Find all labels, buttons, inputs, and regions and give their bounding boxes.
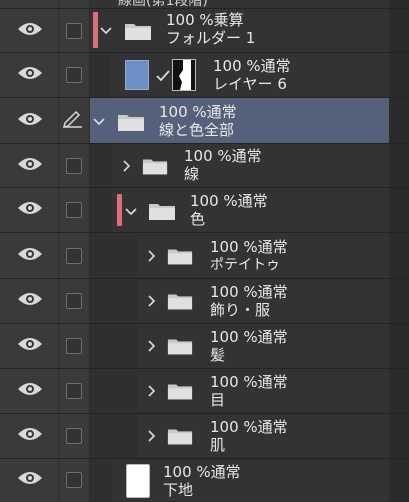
layer-row-folder-1[interactable]: 100 %乗算 フォルダー 1 <box>0 9 409 53</box>
folder-icon <box>124 21 152 41</box>
layer-row-skin[interactable]: 100 %通常 肌 <box>0 414 409 459</box>
layer-thumbnail <box>126 464 150 498</box>
layer-row-partial[interactable]: 線画(第1段階) <box>0 0 409 9</box>
eye-icon[interactable] <box>17 111 43 131</box>
lock-checkbox[interactable] <box>66 428 82 444</box>
eye-icon[interactable] <box>17 21 43 41</box>
eye-icon[interactable] <box>17 65 43 85</box>
lock-checkbox[interactable] <box>66 23 82 39</box>
blend-mode-label: 100 %通常 <box>210 283 288 301</box>
layer-name: 飾り・服 <box>210 301 271 319</box>
layer-row-eyes[interactable]: 100 %通常 目 <box>0 369 409 414</box>
folder-icon <box>148 201 176 221</box>
layer-name: 線と色全部 <box>159 121 235 139</box>
blend-mode-label: 100 %通常 <box>213 57 291 75</box>
chevron-right-icon[interactable] <box>123 160 131 172</box>
lock-checkbox[interactable] <box>66 383 82 399</box>
layer-name: 髪 <box>210 346 226 364</box>
folder-icon <box>167 382 193 401</box>
layer-name: ポテイトゥ <box>210 257 280 273</box>
lock-checkbox[interactable] <box>66 472 82 488</box>
chevron-right-icon[interactable] <box>148 295 156 307</box>
folder-icon <box>167 247 193 266</box>
eye-icon[interactable] <box>17 381 43 401</box>
layer-row-potato[interactable]: 100 %通常 ポテイトゥ <box>0 233 409 279</box>
layer-row-hair[interactable]: 100 %通常 髪 <box>0 324 409 369</box>
blend-mode-label: 100 %通常 <box>210 238 288 256</box>
eye-icon[interactable] <box>17 291 43 311</box>
lock-checkbox[interactable] <box>66 202 82 218</box>
chevron-right-icon[interactable] <box>148 340 156 352</box>
blend-mode-label: 100 %通常 <box>190 192 268 210</box>
blend-mode-label: 100 %通常 <box>163 463 241 481</box>
eye-icon[interactable] <box>17 470 43 490</box>
folder-icon <box>167 427 193 446</box>
layer-row-lines-and-colors[interactable]: 100 %通常 線と色全部 <box>0 98 409 144</box>
layer-thumbnail <box>125 60 149 90</box>
layer-row-colors[interactable]: 100 %通常 色 <box>0 188 409 233</box>
layer-name: 線 <box>184 165 200 183</box>
chevron-down-icon[interactable] <box>100 27 112 35</box>
layer-row-lines[interactable]: 100 %通常 線 <box>0 144 409 188</box>
folder-icon <box>142 157 168 176</box>
layer-row-base[interactable]: 100 %通常 下地 <box>0 459 409 502</box>
blend-mode-label: 100 %通常 <box>210 418 288 436</box>
layer-panel: 線画(第1段階) 100 %乗算 フォルダー 1 100 %通常 レイヤー 6 … <box>0 0 409 502</box>
layer-name: 目 <box>210 391 226 409</box>
check-icon <box>156 67 170 86</box>
color-marker <box>93 12 98 48</box>
blend-mode-label: 100 %乗算 <box>166 11 244 29</box>
layer-name: レイヤー 6 <box>213 75 287 93</box>
chevron-right-icon[interactable] <box>148 250 156 262</box>
layer-row-accessories[interactable]: 100 %通常 飾り・服 <box>0 279 409 324</box>
eye-icon[interactable] <box>17 336 43 356</box>
pencil-icon <box>62 110 84 132</box>
folder-icon <box>117 112 145 132</box>
eye-icon[interactable] <box>17 156 43 176</box>
chevron-down-icon[interactable] <box>93 118 105 126</box>
layer-name: 下地 <box>163 481 194 499</box>
layer-name: フォルダー 1 <box>166 29 256 47</box>
lock-checkbox[interactable] <box>66 248 82 264</box>
blend-mode-label: 100 %通常 <box>210 328 288 346</box>
eye-icon[interactable] <box>17 246 43 266</box>
layer-row-layer-6[interactable]: 100 %通常 レイヤー 6 <box>0 53 409 98</box>
chevron-right-icon[interactable] <box>148 385 156 397</box>
layer-name: 肌 <box>210 436 226 454</box>
folder-icon <box>167 337 193 356</box>
layer-mask-thumbnail <box>172 59 196 91</box>
eye-icon[interactable] <box>17 200 43 220</box>
chevron-right-icon[interactable] <box>148 430 156 442</box>
blend-mode-label: 100 %通常 <box>159 103 237 121</box>
blend-mode-label: 100 %通常 <box>210 373 288 391</box>
lock-checkbox[interactable] <box>66 293 82 309</box>
lock-checkbox[interactable] <box>66 67 82 83</box>
color-marker <box>117 194 122 226</box>
lock-checkbox[interactable] <box>66 158 82 174</box>
layer-name: 色 <box>190 210 206 228</box>
blend-mode-label: 100 %通常 <box>184 147 262 165</box>
folder-icon <box>167 292 193 311</box>
lock-checkbox[interactable] <box>66 338 82 354</box>
eye-icon[interactable] <box>17 426 43 446</box>
chevron-down-icon[interactable] <box>125 208 137 216</box>
